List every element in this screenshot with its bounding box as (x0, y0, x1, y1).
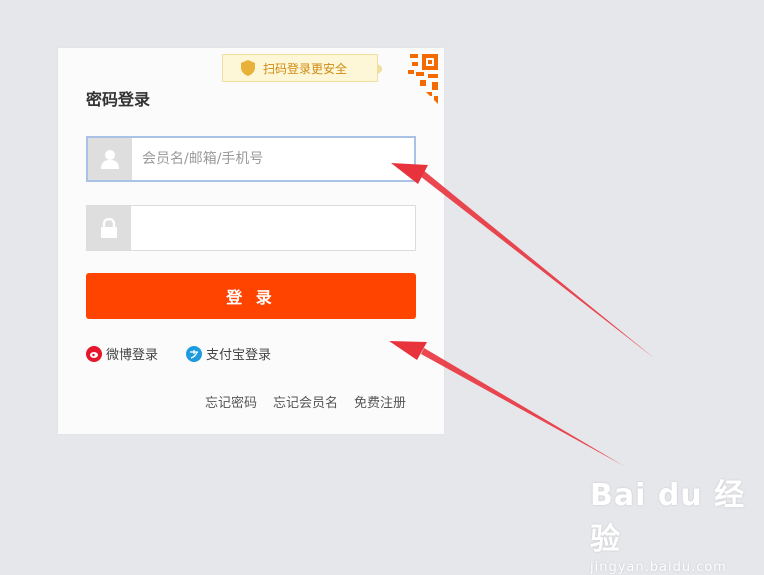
login-card: 密码登录 扫码登录更安全 会员名/邮箱/手机号 登 录 微博登录 支付宝登录 忘… (58, 48, 444, 434)
alipay-login-link[interactable]: 支付宝登录 (186, 344, 271, 363)
login-title: 密码登录 (86, 90, 151, 109)
register-link[interactable]: 免费注册 (354, 392, 406, 411)
watermark-url: jingyan.baidu.com (590, 560, 727, 575)
weibo-login-label: 微博登录 (106, 348, 159, 363)
alipay-login-label: 支付宝登录 (206, 348, 272, 363)
user-icon (88, 138, 132, 180)
shield-icon (241, 60, 255, 76)
alipay-icon (186, 345, 202, 362)
account-links: 忘记密码 忘记会员名 免费注册 (205, 392, 406, 411)
username-input[interactable] (132, 138, 414, 180)
qr-login-tip[interactable]: 扫码登录更安全 (222, 54, 384, 82)
username-field[interactable] (86, 136, 416, 182)
baidu-jingyan-watermark: Bai du 经验 jingyan.baidu.com (590, 470, 760, 575)
watermark-brand: Bai du 经验 (590, 478, 746, 557)
weibo-icon (86, 345, 102, 362)
forgot-password-link[interactable]: 忘记密码 (205, 392, 257, 411)
qr-tip-label: 扫码登录更安全 (263, 61, 348, 76)
login-button[interactable]: 登 录 (86, 273, 416, 319)
qr-code-icon[interactable] (382, 48, 444, 110)
password-input[interactable] (131, 206, 415, 250)
forgot-username-link[interactable]: 忘记会员名 (273, 392, 338, 411)
lock-icon (87, 206, 131, 250)
password-field[interactable] (86, 205, 416, 251)
weibo-login-link[interactable]: 微博登录 (86, 344, 158, 363)
